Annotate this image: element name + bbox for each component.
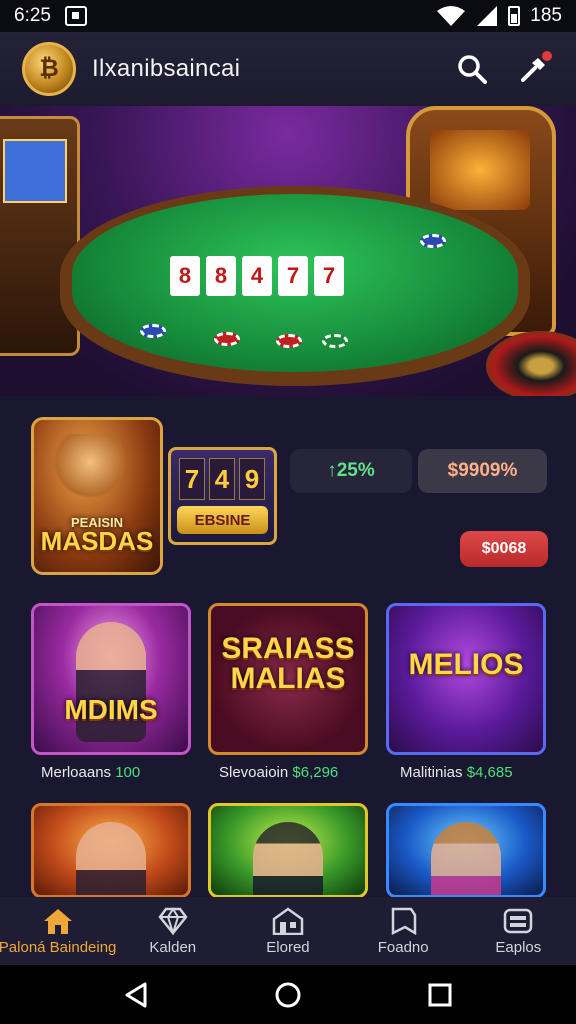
character-art (431, 822, 501, 895)
slot-reel: 9 (239, 458, 265, 500)
chip-icon (276, 334, 302, 348)
playing-card: 8 (170, 256, 200, 296)
playing-card: 7 (314, 256, 344, 296)
game-name: Slevoaioin (219, 764, 289, 781)
game-tile[interactable] (386, 803, 546, 898)
game-name: Merloaans (41, 764, 112, 781)
bottom-nav: Paloná Baindeing Kalden Elored Foadno Ea… (0, 897, 576, 965)
hero-banner[interactable]: 8 8 4 7 7 (0, 106, 576, 396)
nav-label: Paloná Baindeing (0, 938, 117, 956)
game-tile[interactable] (208, 803, 368, 898)
notification-dot (542, 51, 552, 61)
app-header: ₿ Ilxanibsaincai (0, 32, 576, 106)
store-icon (272, 906, 304, 935)
game-caption: Merloaans 100 (41, 764, 140, 781)
notifications-button[interactable] (514, 49, 554, 89)
game-tile-art-text: SRAIASS MALIAS (221, 632, 355, 695)
signal-icon (477, 6, 498, 26)
character-art (76, 822, 146, 895)
back-button[interactable] (116, 975, 156, 1015)
character-art (253, 822, 323, 895)
stat-growth-badge[interactable]: ↑25% (290, 449, 412, 493)
chip-icon (322, 334, 348, 348)
game-caption: Slevoaioin $6,296 (219, 764, 338, 781)
game-amount: $4,685 (466, 764, 513, 781)
app-logo[interactable]: ₿ (22, 42, 76, 96)
wallet-icon (502, 907, 534, 935)
game-caption: Malitinias $4,685 (400, 764, 513, 781)
game-tile[interactable] (31, 803, 191, 898)
nav-item-elored[interactable]: Elored (233, 906, 343, 956)
nav-item-kalden[interactable]: Kalden (118, 906, 228, 956)
nav-item-home[interactable]: Paloná Baindeing (0, 907, 117, 956)
fox-icon (54, 434, 134, 504)
circle-home-icon (275, 982, 301, 1007)
status-time: 6:25 (14, 5, 51, 26)
featured-game-tile[interactable]: PEAISIN MASDAS (31, 417, 163, 575)
nav-label: Eaplos (495, 938, 542, 956)
game-amount: 100 (115, 764, 141, 781)
nav-label: Foadno (377, 938, 429, 956)
mini-slot-tile[interactable]: 7 4 9 EBSINE (168, 447, 277, 545)
app-title: Ilxanibsaincai (92, 55, 241, 82)
game-amount: $6,296 (292, 764, 339, 781)
game-tile-art-text: MDIMS (64, 694, 158, 725)
diamond-icon (157, 906, 189, 935)
roulette-wheel (486, 331, 576, 396)
chip-icon (214, 332, 240, 346)
game-tile-art-text: MELIOS (408, 648, 524, 681)
playing-card: 4 (242, 256, 272, 296)
featured-game-title: MASDAS (40, 526, 154, 557)
chip-icon (420, 234, 446, 248)
nav-item-eaplos[interactable]: Eaplos (463, 907, 573, 956)
status-bar: 6:25 185 (0, 0, 576, 32)
square-recents-icon (428, 983, 452, 1006)
battery-icon (508, 6, 521, 26)
system-nav-bar (0, 965, 576, 1024)
featured-game-label: PEAISIN MASDAS (34, 516, 160, 557)
game-tile[interactable]: SRAIASS MALIAS (208, 603, 368, 755)
game-tile[interactable]: MDIMS (31, 603, 191, 755)
chip-icon (140, 324, 166, 338)
nav-item-foadno[interactable]: Foadno (348, 907, 458, 956)
home-button[interactable] (268, 975, 308, 1015)
recents-button[interactable] (420, 975, 460, 1015)
battery-level: 185 (530, 5, 562, 26)
deposit-button[interactable]: $0068 (460, 531, 548, 567)
table-cards: 8 8 4 7 7 (170, 256, 344, 296)
game-name: Malitinias (400, 764, 463, 781)
slot-reel: 7 (179, 458, 205, 500)
stat-jackpot-badge[interactable]: $9909% (418, 449, 547, 493)
slot-reel: 4 (209, 458, 235, 500)
slot-spin-button[interactable]: EBSINE (177, 506, 268, 534)
game-tile[interactable]: MELIOS (386, 603, 546, 755)
wifi-icon (437, 6, 466, 26)
nav-label: Kalden (149, 938, 197, 956)
search-button[interactable] (452, 49, 492, 89)
playing-card: 7 (278, 256, 308, 296)
home-icon (42, 907, 74, 935)
slot-reels: 7 4 9 (179, 458, 265, 500)
playing-card: 8 (206, 256, 236, 296)
search-icon (458, 55, 487, 84)
nav-label: Elored (266, 938, 310, 956)
back-icon (125, 982, 147, 1007)
bookmark-icon (387, 907, 419, 935)
screenshot-icon (64, 6, 87, 26)
